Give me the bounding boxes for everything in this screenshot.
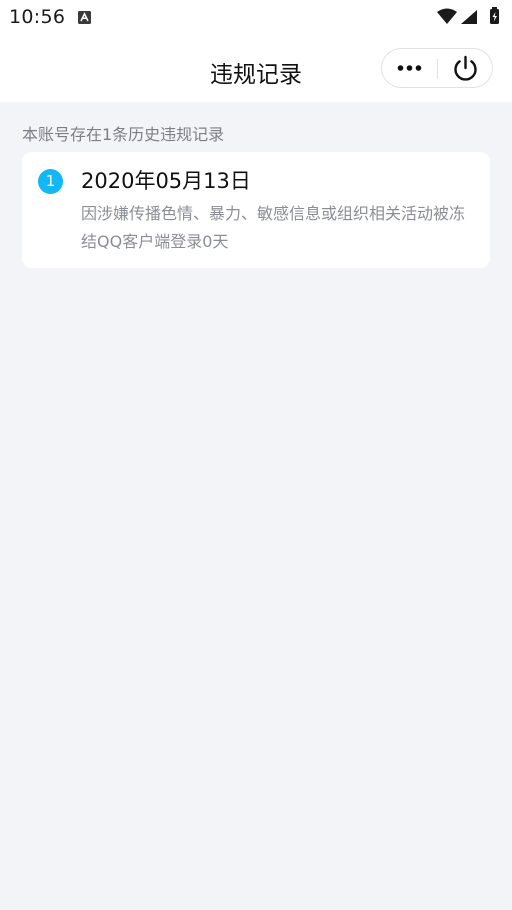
violation-record-card: 1 2020年05月13日 因涉嫌传播色情、暴力、敏感信息或组织相关活动被冻结Q…: [22, 152, 490, 268]
status-bar: 10:56: [0, 0, 512, 36]
header: 违规记录: [0, 36, 512, 102]
signal-icon: [461, 10, 477, 24]
violation-count-notice: 本账号存在1条历史违规记录: [22, 125, 225, 144]
record-date: 2020年05月13日: [81, 169, 251, 193]
menu-capsule: [381, 48, 493, 88]
wifi-icon: [437, 8, 457, 24]
more-button[interactable]: [382, 49, 437, 87]
battery-charging-icon: [490, 7, 499, 24]
status-icons: [436, 6, 504, 28]
status-time: 10:56: [9, 6, 66, 28]
record-index-badge: 1: [38, 169, 63, 194]
close-button[interactable]: [438, 49, 493, 87]
power-icon: [438, 55, 493, 91]
more-dots-icon: [382, 65, 437, 91]
record-description: 因涉嫌传播色情、暴力、敏感信息或组织相关活动被冻结QQ客户端登录0天: [81, 204, 466, 251]
a-letter-icon: [78, 9, 91, 24]
